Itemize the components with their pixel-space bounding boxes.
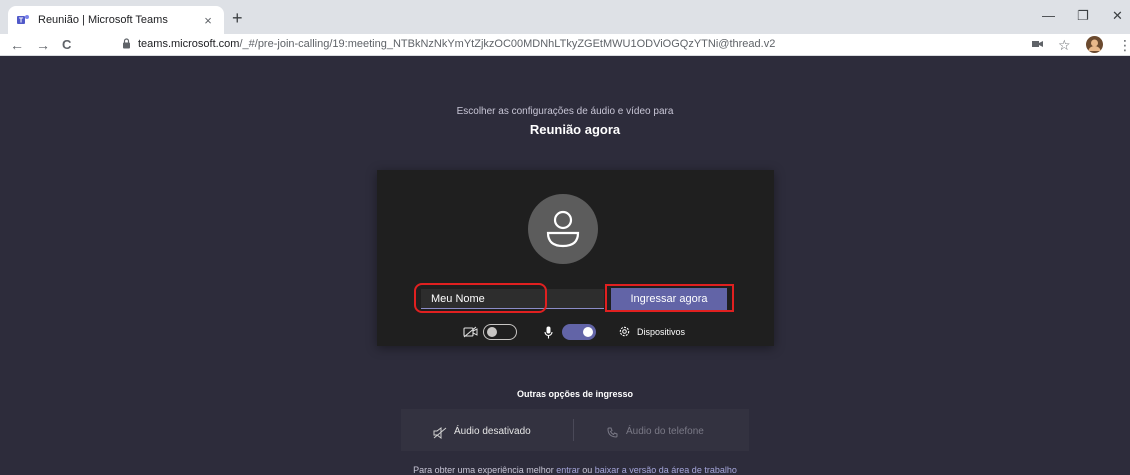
microphone-toggle-knob (583, 327, 593, 337)
profile-avatar-icon[interactable] (1086, 36, 1103, 53)
speaker-off-icon (433, 427, 447, 439)
window-close-icon[interactable]: ✕ (1112, 8, 1123, 24)
microphone-toggle[interactable] (562, 324, 596, 340)
restore-icon[interactable]: ❐ (1077, 8, 1089, 24)
back-icon[interactable]: ← (10, 36, 24, 54)
lock-icon[interactable] (122, 38, 131, 49)
user-avatar (528, 194, 598, 264)
camera-toggle[interactable] (483, 324, 517, 340)
browser-tab[interactable]: T Reunião | Microsoft Teams × (8, 6, 224, 34)
new-tab-icon[interactable]: + (232, 8, 243, 28)
person-icon (546, 210, 580, 248)
name-highlight-box (414, 283, 547, 313)
gear-icon[interactable] (618, 325, 631, 338)
footer-or: ou (579, 465, 595, 475)
forward-icon[interactable]: → (36, 36, 50, 54)
minimize-icon[interactable]: — (1042, 8, 1055, 23)
microphone-icon (544, 326, 553, 339)
settings-subtitle: Escolher as configurações de áudio e víd… (456, 106, 674, 117)
footer-note: Para obter uma experiência melhor entrar… (0, 465, 1130, 475)
audio-off-option[interactable]: Áudio desativado (454, 426, 531, 437)
download-desktop-link[interactable]: baixar a versão da área de trabalho (595, 465, 737, 475)
camera-toggle-knob (487, 327, 497, 337)
devices-button[interactable]: Dispositivos (637, 327, 685, 337)
svg-text:T: T (19, 18, 24, 25)
browser-menu-icon[interactable]: ⋮ (1118, 36, 1130, 54)
phone-audio-option[interactable]: Áudio do telefone (626, 426, 704, 437)
bookmark-star-icon[interactable]: ☆ (1058, 36, 1071, 54)
tab-close-icon[interactable]: × (200, 13, 216, 28)
meeting-title: Reunião agora (529, 122, 621, 137)
camera-in-use-icon[interactable] (1032, 40, 1043, 48)
other-options-title: Outras opções de ingresso (516, 389, 634, 399)
join-highlight-box (605, 284, 734, 312)
address-bar: ← → C teams.microsoft.com/_#/pre-join-ca… (0, 34, 1130, 56)
phone-icon (607, 427, 618, 438)
footer-prefix: Para obter uma experiência melhor (413, 465, 557, 475)
url-host: teams.microsoft.com (138, 38, 240, 50)
url-path: /_#/pre-join-calling/19:meeting_NTBkNzNk… (239, 38, 776, 50)
options-divider (573, 419, 574, 441)
reload-icon[interactable]: C (62, 36, 71, 54)
browser-tab-bar: T Reunião | Microsoft Teams × + — ❐ ✕ (0, 0, 1130, 34)
url-field[interactable]: teams.microsoft.com/_#/pre-join-calling/… (138, 38, 775, 50)
camera-off-icon (463, 326, 478, 338)
sign-in-link[interactable]: entrar (556, 465, 580, 475)
tab-title: Reunião | Microsoft Teams (38, 14, 168, 26)
teams-logo-icon: T (17, 15, 29, 25)
